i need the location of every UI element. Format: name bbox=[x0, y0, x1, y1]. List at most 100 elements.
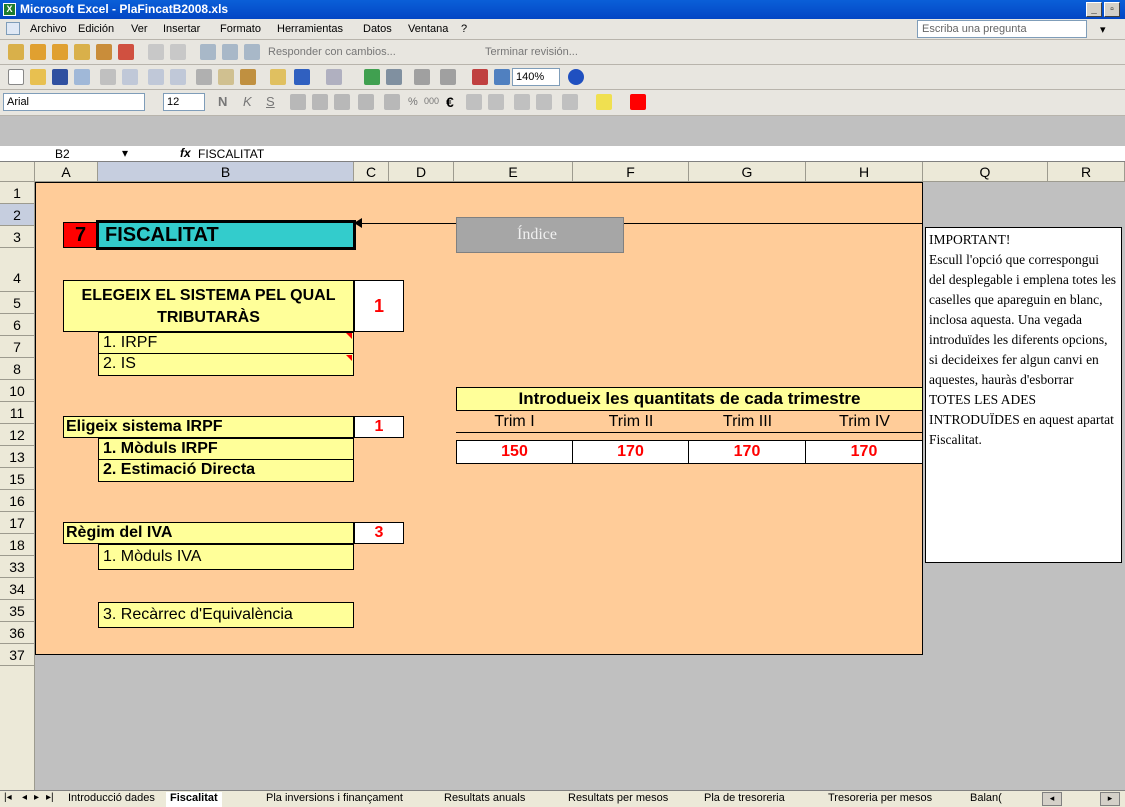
row-header[interactable]: 11 bbox=[0, 402, 35, 424]
first-sheet-icon[interactable]: |◂ bbox=[4, 792, 12, 803]
menu-ventana[interactable]: Ventana bbox=[408, 23, 448, 35]
chevron-down-icon[interactable]: ▾ bbox=[1100, 23, 1106, 36]
thousands-button[interactable]: 000 bbox=[424, 96, 439, 106]
name-box-dropdown-icon[interactable]: ▾ bbox=[122, 146, 128, 160]
euro-button[interactable]: € bbox=[446, 94, 454, 110]
row-header[interactable]: 35 bbox=[0, 600, 35, 622]
column-header-e[interactable]: E bbox=[454, 162, 573, 182]
menu-archivo[interactable]: Archivo bbox=[30, 23, 67, 35]
tab-pla-tresoreria[interactable]: Pla de tresoreria bbox=[700, 792, 789, 807]
ask-question-input[interactable]: Escriba una pregunta bbox=[917, 20, 1087, 38]
column-header-a[interactable]: A bbox=[35, 162, 98, 182]
row-header[interactable]: 6 bbox=[0, 314, 35, 336]
end-review-button[interactable]: Terminar revisión... bbox=[485, 46, 578, 58]
spelling-icon[interactable] bbox=[148, 69, 164, 85]
row-header[interactable]: 3 bbox=[0, 226, 35, 248]
row-header[interactable]: 5 bbox=[0, 292, 35, 314]
sort-ascending-icon[interactable] bbox=[414, 69, 430, 85]
column-header-d[interactable]: D bbox=[389, 162, 454, 182]
respond-with-changes-button[interactable]: Responder con cambios... bbox=[268, 46, 396, 58]
mail-icon[interactable] bbox=[96, 44, 112, 60]
next-sheet-icon[interactable]: ▸ bbox=[34, 792, 39, 803]
row-header[interactable]: 16 bbox=[0, 490, 35, 512]
currency-icon[interactable] bbox=[384, 94, 400, 110]
decrease-indent-icon[interactable] bbox=[514, 94, 530, 110]
quarter-value[interactable]: 170 bbox=[689, 440, 806, 464]
menu-insertar[interactable]: Insertar bbox=[163, 23, 200, 35]
edit-icon[interactable] bbox=[8, 44, 24, 60]
ink-eraser-icon[interactable] bbox=[170, 44, 186, 60]
minimize-button[interactable]: _ bbox=[1086, 2, 1102, 17]
menu-datos[interactable]: Datos bbox=[363, 23, 392, 35]
row-header[interactable]: 15 bbox=[0, 468, 35, 490]
column-header-c[interactable]: C bbox=[354, 162, 389, 182]
column-header-r[interactable]: R bbox=[1048, 162, 1125, 182]
borders-icon[interactable] bbox=[562, 94, 578, 110]
row-header[interactable]: 18 bbox=[0, 534, 35, 556]
format-painter-icon[interactable] bbox=[270, 69, 286, 85]
font-select[interactable]: Arial bbox=[3, 93, 145, 111]
undo-icon[interactable] bbox=[294, 69, 310, 85]
percent-button[interactable]: % bbox=[408, 96, 418, 108]
instructions-note[interactable]: IMPORTANT! Escull l'opció que correspong… bbox=[925, 227, 1122, 563]
comment-icon[interactable] bbox=[30, 44, 46, 60]
tab-fiscalitat[interactable]: Fiscalitat bbox=[166, 792, 222, 807]
menu-herramientas[interactable]: Herramientas bbox=[277, 23, 343, 35]
ink-icon[interactable] bbox=[148, 44, 164, 60]
delete-comment-icon[interactable] bbox=[118, 44, 134, 60]
row-header[interactable]: 33 bbox=[0, 556, 35, 578]
sort-descending-icon[interactable] bbox=[440, 69, 456, 85]
quarter-value[interactable]: 170 bbox=[806, 440, 923, 464]
align-left-icon[interactable] bbox=[290, 94, 306, 110]
menu-help[interactable]: ? bbox=[461, 23, 467, 35]
research-icon[interactable] bbox=[170, 69, 186, 85]
menu-edicion[interactable]: Edición bbox=[78, 23, 114, 35]
column-header-f[interactable]: F bbox=[573, 162, 689, 182]
font-color-icon[interactable] bbox=[630, 94, 646, 110]
print-preview-icon[interactable] bbox=[122, 69, 138, 85]
increase-indent-icon[interactable] bbox=[536, 94, 552, 110]
irpf-value[interactable]: 1 bbox=[354, 416, 404, 438]
quarter-value[interactable]: 170 bbox=[573, 440, 689, 464]
column-header-h[interactable]: H bbox=[806, 162, 923, 182]
tab-tresoreria-mesos[interactable]: Tresoreria per mesos bbox=[824, 792, 936, 807]
italic-button[interactable]: K bbox=[243, 94, 252, 109]
name-box[interactable]: B2 bbox=[55, 147, 70, 161]
permission-icon[interactable] bbox=[74, 69, 90, 85]
new-icon[interactable] bbox=[8, 69, 24, 85]
open-icon[interactable] bbox=[30, 69, 46, 85]
fill-color-icon[interactable] bbox=[596, 94, 612, 110]
row-header[interactable]: 2 bbox=[0, 204, 35, 226]
chart-wizard-icon[interactable] bbox=[472, 69, 488, 85]
decrease-decimal-icon[interactable] bbox=[488, 94, 504, 110]
fx-icon[interactable]: fx bbox=[180, 146, 191, 160]
scroll-right-icon[interactable]: ▸ bbox=[1100, 792, 1120, 806]
iva-value[interactable]: 3 bbox=[354, 522, 404, 544]
align-right-icon[interactable] bbox=[334, 94, 350, 110]
increase-decimal-icon[interactable] bbox=[466, 94, 482, 110]
quarter-value[interactable]: 150 bbox=[456, 440, 573, 464]
hyperlink-icon[interactable] bbox=[364, 69, 380, 85]
row-header[interactable]: 12 bbox=[0, 424, 35, 446]
drawing-icon[interactable] bbox=[494, 69, 510, 85]
row-header[interactable]: 8 bbox=[0, 358, 35, 380]
formula-content[interactable]: FISCALITAT bbox=[198, 147, 264, 161]
paste-icon[interactable] bbox=[240, 69, 256, 85]
row-header[interactable]: 36 bbox=[0, 622, 35, 644]
print-icon[interactable] bbox=[100, 69, 116, 85]
cut-icon[interactable] bbox=[196, 69, 212, 85]
select-all-corner[interactable] bbox=[0, 162, 35, 182]
comment-icon[interactable] bbox=[52, 44, 68, 60]
row-header[interactable]: 17 bbox=[0, 512, 35, 534]
help-icon[interactable] bbox=[568, 69, 584, 85]
zoom-select[interactable]: 140% bbox=[512, 68, 560, 86]
tab-resultats-mesos[interactable]: Resultats per mesos bbox=[564, 792, 672, 807]
autosum-icon[interactable] bbox=[386, 69, 402, 85]
restore-button[interactable]: ▫ bbox=[1104, 2, 1120, 17]
comment-icon[interactable] bbox=[74, 44, 90, 60]
prev-sheet-icon[interactable]: ◂ bbox=[22, 792, 27, 803]
menu-ver[interactable]: Ver bbox=[131, 23, 148, 35]
row-header[interactable]: 4 bbox=[0, 248, 35, 292]
copy-icon[interactable] bbox=[218, 69, 234, 85]
underline-button[interactable]: S bbox=[266, 94, 275, 109]
